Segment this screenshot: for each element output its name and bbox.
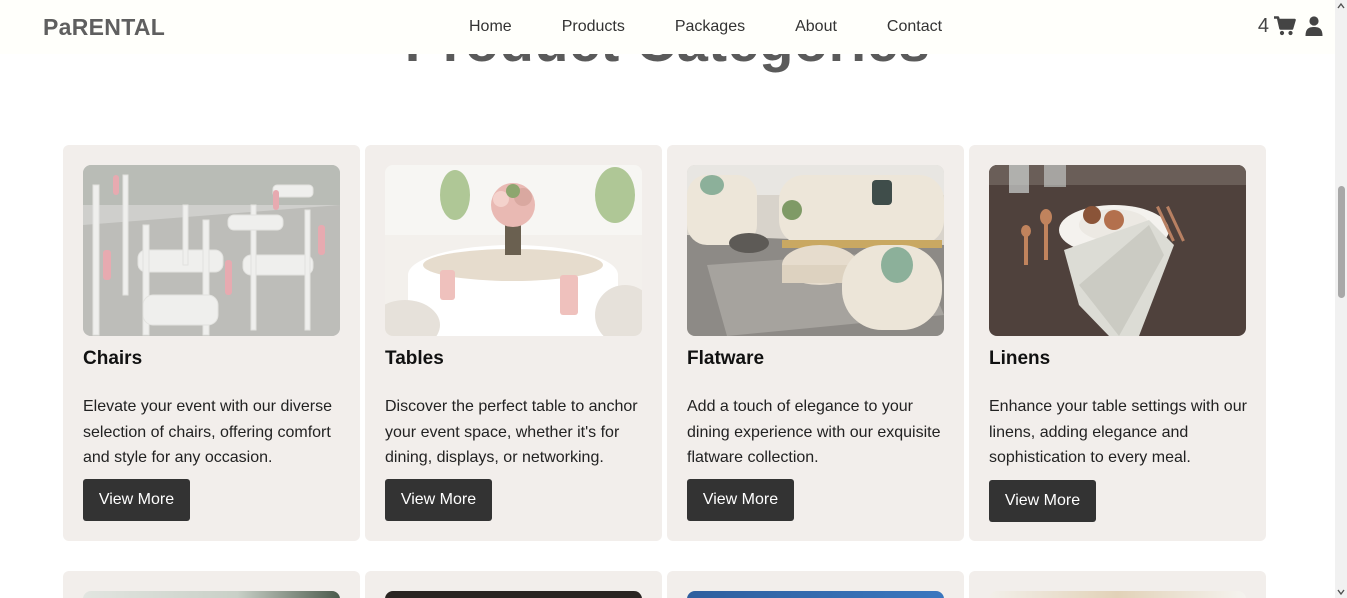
category-card-linens: Linens Enhance your table settings with … <box>969 145 1266 541</box>
category-card-row2-3 <box>667 571 964 598</box>
row2-image-3 <box>687 591 944 598</box>
chairs-image <box>83 165 340 336</box>
view-more-button-tables[interactable]: View More <box>385 479 492 521</box>
card-title: Linens <box>989 348 1051 369</box>
category-card-tables: Tables Discover the perfect table to anc… <box>365 145 662 541</box>
top-navbar: PaRENTAL Home Products Packages About Co… <box>0 0 1335 54</box>
card-title: Tables <box>385 348 444 369</box>
card-description: Discover the perfect table to anchor you… <box>385 398 638 466</box>
nav-actions: 4 <box>1258 15 1323 37</box>
scrollbar-thumb[interactable] <box>1338 186 1345 298</box>
nav-link-contact[interactable]: Contact <box>887 17 942 37</box>
linens-image <box>989 165 1246 336</box>
flatware-image <box>687 165 944 336</box>
nav-link-home[interactable]: Home <box>469 17 512 37</box>
cart-icon[interactable] <box>1274 16 1296 36</box>
view-more-button-flatware[interactable]: View More <box>687 479 794 521</box>
category-card-flatware: Flatware Add a touch of elegance to your… <box>667 145 964 541</box>
category-card-row2-4 <box>969 571 1266 598</box>
scroll-down-icon[interactable] <box>1337 588 1345 596</box>
card-description: Elevate your event with our diverse sele… <box>83 398 333 466</box>
cart-count: 4 <box>1257 15 1269 37</box>
page-scrollbar[interactable] <box>1335 0 1347 598</box>
brand-logo[interactable]: PaRENTAL <box>43 14 165 41</box>
card-title: Chairs <box>83 348 143 369</box>
card-description: Enhance your table settings with our lin… <box>989 398 1247 466</box>
card-title: Flatware <box>687 348 765 369</box>
nav-links: Home Products Packages About Contact <box>469 17 992 37</box>
view-more-button-chairs[interactable]: View More <box>83 479 190 521</box>
nav-link-about[interactable]: About <box>795 17 837 37</box>
user-icon[interactable] <box>1305 16 1323 36</box>
tables-image <box>385 165 642 336</box>
category-card-row2-1 <box>63 571 360 598</box>
category-card-chairs: Chairs Elevate your event with our diver… <box>63 145 360 541</box>
row2-image-4 <box>989 591 1246 598</box>
nav-link-products[interactable]: Products <box>562 17 625 37</box>
card-description: Add a touch of elegance to your dining e… <box>687 398 941 466</box>
scroll-up-icon[interactable] <box>1337 2 1345 10</box>
nav-link-packages[interactable]: Packages <box>675 17 745 37</box>
view-more-button-linens[interactable]: View More <box>989 480 1096 522</box>
row2-image-2 <box>385 591 642 598</box>
row2-image-1 <box>83 591 340 598</box>
category-card-row2-2 <box>365 571 662 598</box>
